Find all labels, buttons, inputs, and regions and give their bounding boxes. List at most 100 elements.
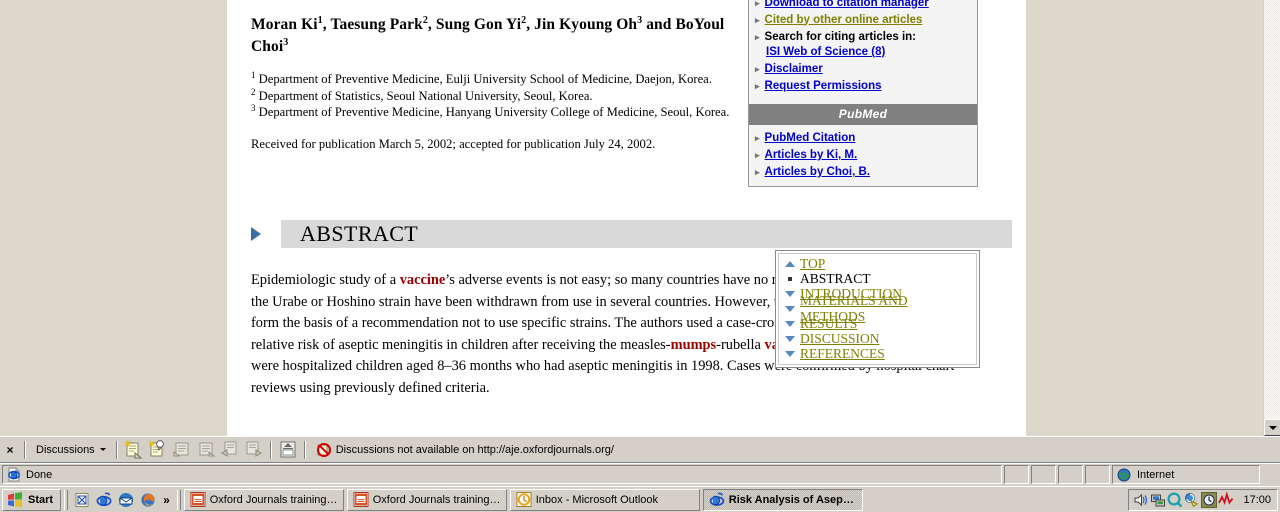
sidebar-link-label[interactable]: ISI Web of Science (8) — [766, 46, 885, 58]
sidebar-item-request-permissions[interactable]: ▸ Request Permissions — [749, 78, 977, 95]
volume-icon[interactable] — [1133, 492, 1149, 508]
activity-icon[interactable] — [1218, 490, 1234, 508]
browser-status-bar: Done Internet — [0, 464, 1280, 486]
insert-discussion-about-document-icon[interactable] — [147, 439, 169, 460]
toc-item-materials-and-methods[interactable]: MATERIALS AND METHODS — [776, 293, 979, 324]
task-button-inbox-outlook[interactable]: Inbox - Microsoft Outlook — [509, 488, 700, 511]
bullet-arrow-icon: ▸ — [755, 150, 760, 160]
subscribe-icon[interactable] — [277, 439, 299, 460]
start-button[interactable]: Start — [2, 488, 62, 511]
toc-item-references[interactable]: REFERENCES — [776, 346, 979, 361]
status-message-text: Done — [26, 468, 53, 481]
task-button-oxford-journals-training-1[interactable]: Oxford Journals training … — [183, 488, 344, 511]
toc-item-label: ABSTRACT — [800, 270, 871, 286]
affiliation-marker: 2 — [251, 86, 256, 97]
task-button-label: Risk Analysis of Asepti… — [728, 493, 857, 506]
sidebar-item-disclaimer[interactable]: ▸ Disclaimer — [749, 61, 977, 78]
bullet-arrow-icon: ▸ — [755, 31, 760, 42]
sidebar-link-label[interactable]: Articles by Ki, M. — [765, 148, 858, 162]
discussions-menu-button[interactable]: Discussions — [30, 442, 112, 458]
update-icon[interactable] — [1184, 492, 1200, 508]
quick-launch-overflow-button[interactable]: » — [159, 493, 174, 507]
toc-item-label[interactable]: DISCUSSION — [800, 331, 880, 347]
task-button-oxford-journals-training-2[interactable]: Oxford Journals training … — [346, 488, 507, 511]
sidebar-link-label[interactable]: Disclaimer — [765, 62, 823, 76]
affiliation-item: 2 Department of Statistics, Seoul Nation… — [251, 86, 751, 105]
security-zone-panel[interactable]: Internet — [1112, 465, 1260, 484]
windows-flag-icon — [6, 491, 24, 508]
pubmed-section-header: PubMed — [749, 103, 977, 125]
not-available-icon — [316, 442, 332, 458]
current-section-marker-icon — [785, 276, 800, 281]
status-panel-empty-2 — [1031, 465, 1056, 484]
toc-item-top[interactable]: TOP — [776, 256, 979, 271]
toc-item-label[interactable]: REFERENCES — [800, 346, 885, 362]
bullet-arrow-icon: ▸ — [755, 167, 760, 177]
globe-icon — [1117, 468, 1131, 482]
chevron-down-icon — [785, 335, 800, 342]
close-toolbar-button[interactable]: × — [0, 443, 20, 457]
sidebar-link-label[interactable]: Request Permissions — [765, 79, 882, 93]
antivirus-icon[interactable] — [1167, 491, 1183, 508]
discussions-menu-label: Discussions — [36, 443, 95, 456]
sidebar-item-articles-by-choi[interactable]: ▸ Articles by Choi, B. — [749, 164, 977, 181]
discussions-status-text: Discussions not available on http://aje.… — [335, 443, 614, 456]
powerpoint-icon — [353, 491, 370, 508]
affiliation-list: 1 Department of Preventive Medicine, Eul… — [251, 69, 751, 121]
sidebar-item-isi-web-of-science[interactable]: ISI Web of Science (8) — [749, 45, 977, 61]
sidebar-link-label[interactable]: PubMed Citation — [765, 131, 856, 145]
taskbar-grip[interactable] — [64, 489, 69, 510]
task-button-label: Oxford Journals training … — [372, 493, 501, 506]
affiliation-item: 1 Department of Preventive Medicine, Eul… — [251, 69, 751, 88]
vertical-scrollbar[interactable] — [1263, 0, 1280, 436]
browser-viewport: Moran Ki1, Taesung Park2, Sung Gon Yi2, … — [0, 0, 1280, 436]
outlook-icon — [516, 491, 533, 508]
triangle-down-icon — [1268, 425, 1277, 430]
toolbar-separator — [303, 440, 306, 459]
show-previous-discussion-icon — [219, 439, 241, 460]
affiliation-text: Department of Preventive Medicine, Eulji… — [258, 72, 712, 86]
quick-launch-bar: » — [71, 489, 174, 511]
article-tools-sidebar: ▸ Download to citation manager ▸ Cited b… — [748, 0, 978, 187]
network-icon[interactable] — [1150, 492, 1166, 508]
sidebar-item-pubmed-citation[interactable]: ▸ PubMed Citation — [749, 130, 977, 147]
article-tools-list: ▸ Download to citation manager ▸ Cited b… — [749, 0, 977, 100]
task-button-label: Inbox - Microsoft Outlook — [535, 493, 659, 506]
show-desktop-icon[interactable] — [71, 490, 93, 510]
sidebar-item-articles-by-ki[interactable]: ▸ Articles by Ki, M. — [749, 147, 977, 164]
task-button-label: Oxford Journals training … — [209, 493, 338, 506]
sidebar-link-label[interactable]: Cited by other online articles — [765, 13, 923, 27]
affiliation-marker: 1 — [251, 69, 256, 80]
previous-discussion-icon — [171, 439, 193, 460]
taskbar-grip[interactable] — [176, 489, 181, 510]
clock-tray-icon[interactable] — [1201, 491, 1218, 508]
next-discussion-icon — [195, 439, 217, 460]
affiliation-text: Department of Statistics, Seoul National… — [258, 88, 593, 103]
taskbar-clock[interactable]: 17:00 — [1243, 494, 1271, 506]
section-navigation-box: TOP ABSTRACT INTRODUCTION MATERIALS AND … — [775, 250, 980, 368]
sidebar-item-download-citation[interactable]: ▸ Download to citation manager — [749, 0, 977, 11]
toc-item-results[interactable]: RESULTS — [776, 316, 979, 331]
task-button-risk-analysis-active[interactable]: Risk Analysis of Asepti… — [702, 488, 863, 511]
scroll-down-button[interactable] — [1264, 419, 1280, 436]
internet-explorer-icon[interactable] — [93, 490, 115, 510]
collapse-triangle-icon[interactable] — [251, 227, 261, 241]
toc-item-label[interactable]: TOP — [800, 256, 825, 272]
toc-item-label[interactable]: RESULTS — [800, 316, 857, 332]
start-button-label: Start — [28, 493, 54, 506]
sidebar-static-label: Search for citing articles in: — [764, 30, 916, 43]
toc-item-abstract: ABSTRACT — [776, 271, 979, 286]
toc-item-discussion[interactable]: DISCUSSION — [776, 331, 979, 346]
chevron-up-icon — [785, 260, 800, 267]
bullet-arrow-icon: ▸ — [755, 14, 760, 25]
outlook-express-icon[interactable] — [115, 490, 137, 510]
sidebar-item-cited-by[interactable]: ▸ Cited by other online articles — [749, 11, 977, 28]
firefox-icon[interactable] — [137, 490, 159, 510]
internet-explorer-icon — [709, 492, 726, 508]
sidebar-link-label[interactable]: Articles by Choi, B. — [765, 165, 870, 179]
sidebar-link-label[interactable]: Download to citation manager — [765, 0, 929, 10]
insert-discussion-in-document-icon[interactable] — [123, 439, 145, 460]
sidebar-item-search-citing: ▸ Search for citing articles in: — [749, 28, 977, 45]
abstract-section-header: ABSTRACT — [251, 218, 1012, 250]
windows-taskbar: Start » Oxford Journals training … Oxfor… — [0, 486, 1280, 512]
